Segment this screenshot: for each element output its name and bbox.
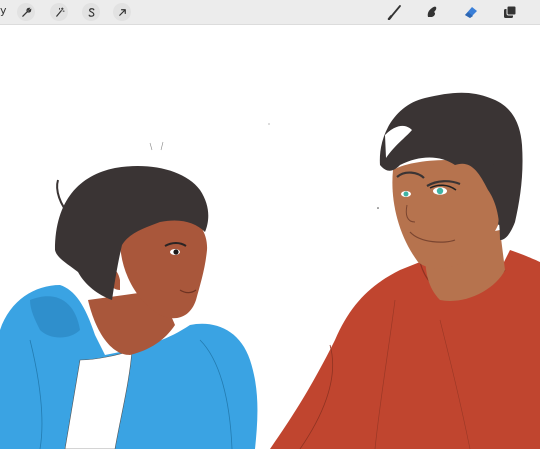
right-character (270, 92, 540, 449)
layers-icon (504, 5, 517, 18)
adjustments-button[interactable] (50, 3, 68, 21)
selection-button[interactable] (82, 3, 100, 21)
arrow-cursor-icon (118, 8, 126, 16)
smudge-tool-button[interactable] (423, 3, 441, 21)
red-shirt (270, 250, 540, 449)
eraser-icon (465, 7, 477, 18)
wrench-icon (21, 7, 31, 17)
brush-tool-button[interactable] (386, 3, 404, 21)
selection-s-icon (88, 7, 94, 17)
transform-button[interactable] (113, 3, 131, 21)
magic-wand-icon (55, 6, 65, 17)
layers-tool-button[interactable] (501, 3, 519, 21)
eraser-tool-button[interactable] (462, 3, 480, 21)
smudge-icon (427, 6, 437, 17)
left-character (0, 166, 258, 449)
brush-icon (387, 5, 401, 20)
drawing-canvas[interactable] (0, 25, 540, 449)
top-toolbar: y (0, 0, 540, 25)
gallery-label-partial[interactable]: y (0, 4, 7, 17)
actions-button[interactable] (17, 3, 35, 21)
